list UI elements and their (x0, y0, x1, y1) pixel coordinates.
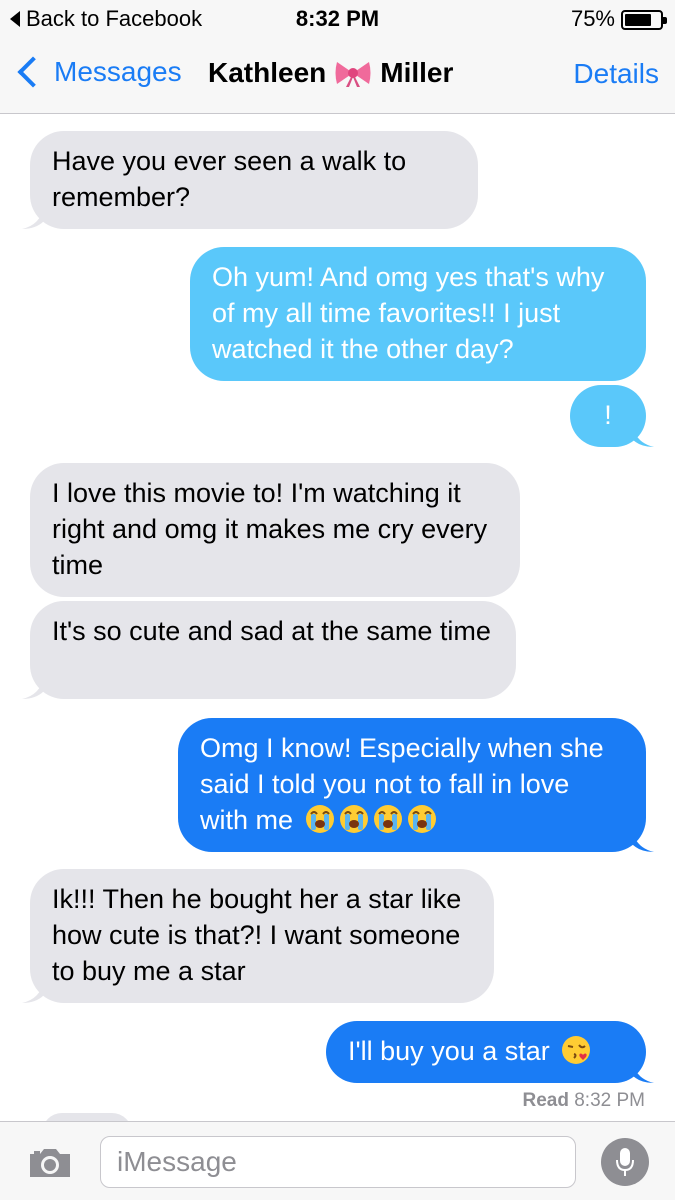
message-text: It's so cute and sad at the same time (52, 616, 491, 646)
loudly-crying-face-icon (407, 804, 437, 834)
back-to-messages-button[interactable]: Messages (12, 56, 182, 88)
message-bubble-incoming[interactable]: I love this movie to! I'm watching it ri… (30, 463, 520, 597)
message-bubble-outgoing[interactable]: ! (570, 385, 654, 447)
bubble-tail (632, 425, 654, 447)
battery-icon (621, 10, 667, 30)
microphone-icon (616, 1148, 634, 1176)
ribbon-bow-icon (334, 58, 372, 88)
chevron-left-icon (17, 56, 49, 88)
message-bubble-outgoing[interactable]: Oh yum! And omg yes that's why of my all… (190, 247, 646, 381)
contact-first-name: Kathleen (208, 57, 327, 88)
read-label: Read (522, 1090, 569, 1111)
message-text: I love this movie to! I'm watching it ri… (52, 478, 488, 580)
bubble-tail (22, 207, 44, 229)
bubble-tail (632, 1061, 654, 1083)
message-text: Oh yum! And omg yes that's why of my all… (212, 262, 605, 364)
contact-last-name: Miller (380, 57, 454, 88)
read-receipt: Read 8:32 PM (522, 1090, 645, 1112)
nav-bar: Messages Kathleen Miller Details (0, 38, 675, 114)
imessage-input[interactable]: iMessage (100, 1136, 576, 1188)
imessage-placeholder: iMessage (117, 1146, 237, 1177)
camera-button[interactable] (26, 1146, 74, 1180)
loudly-crying-face-icon (373, 804, 403, 834)
loudly-crying-face-icon (305, 804, 335, 834)
status-bar: Back to Facebook 8:32 PM 75% (0, 0, 675, 38)
message-bubble-incoming[interactable]: Have you ever seen a walk to remember? (22, 131, 478, 229)
face-blowing-a-kiss-icon (561, 1035, 591, 1065)
bubble-tail (22, 677, 44, 699)
camera-icon (30, 1149, 70, 1177)
bubble-tail (632, 830, 654, 852)
read-time: 8:32 PM (574, 1090, 645, 1111)
message-text: I'll buy you a star (348, 1036, 550, 1066)
message-text: ! (604, 400, 612, 430)
message-text: Have you ever seen a walk to remember? (52, 146, 407, 212)
message-bubble-outgoing[interactable]: I'll buy you a star (326, 1021, 654, 1083)
message-bubble-incoming[interactable]: Ik!!! Then he bought her a star like how… (22, 869, 494, 1003)
bubble-tail (22, 981, 44, 1003)
loudly-crying-face-icon (339, 804, 369, 834)
message-text: Ik!!! Then he bought her a star like how… (52, 884, 462, 986)
input-bar: iMessage (0, 1121, 675, 1200)
contact-name: Kathleen Miller (208, 57, 453, 89)
back-label: Messages (54, 56, 182, 87)
microphone-button[interactable] (601, 1138, 649, 1186)
message-bubble-incoming[interactable]: It's so cute and sad at the same time (22, 601, 516, 699)
message-bubble-outgoing[interactable]: Omg I know! Especially when she said I t… (178, 718, 654, 852)
battery-percent: 75% (570, 6, 615, 31)
details-button[interactable]: Details (573, 58, 659, 90)
